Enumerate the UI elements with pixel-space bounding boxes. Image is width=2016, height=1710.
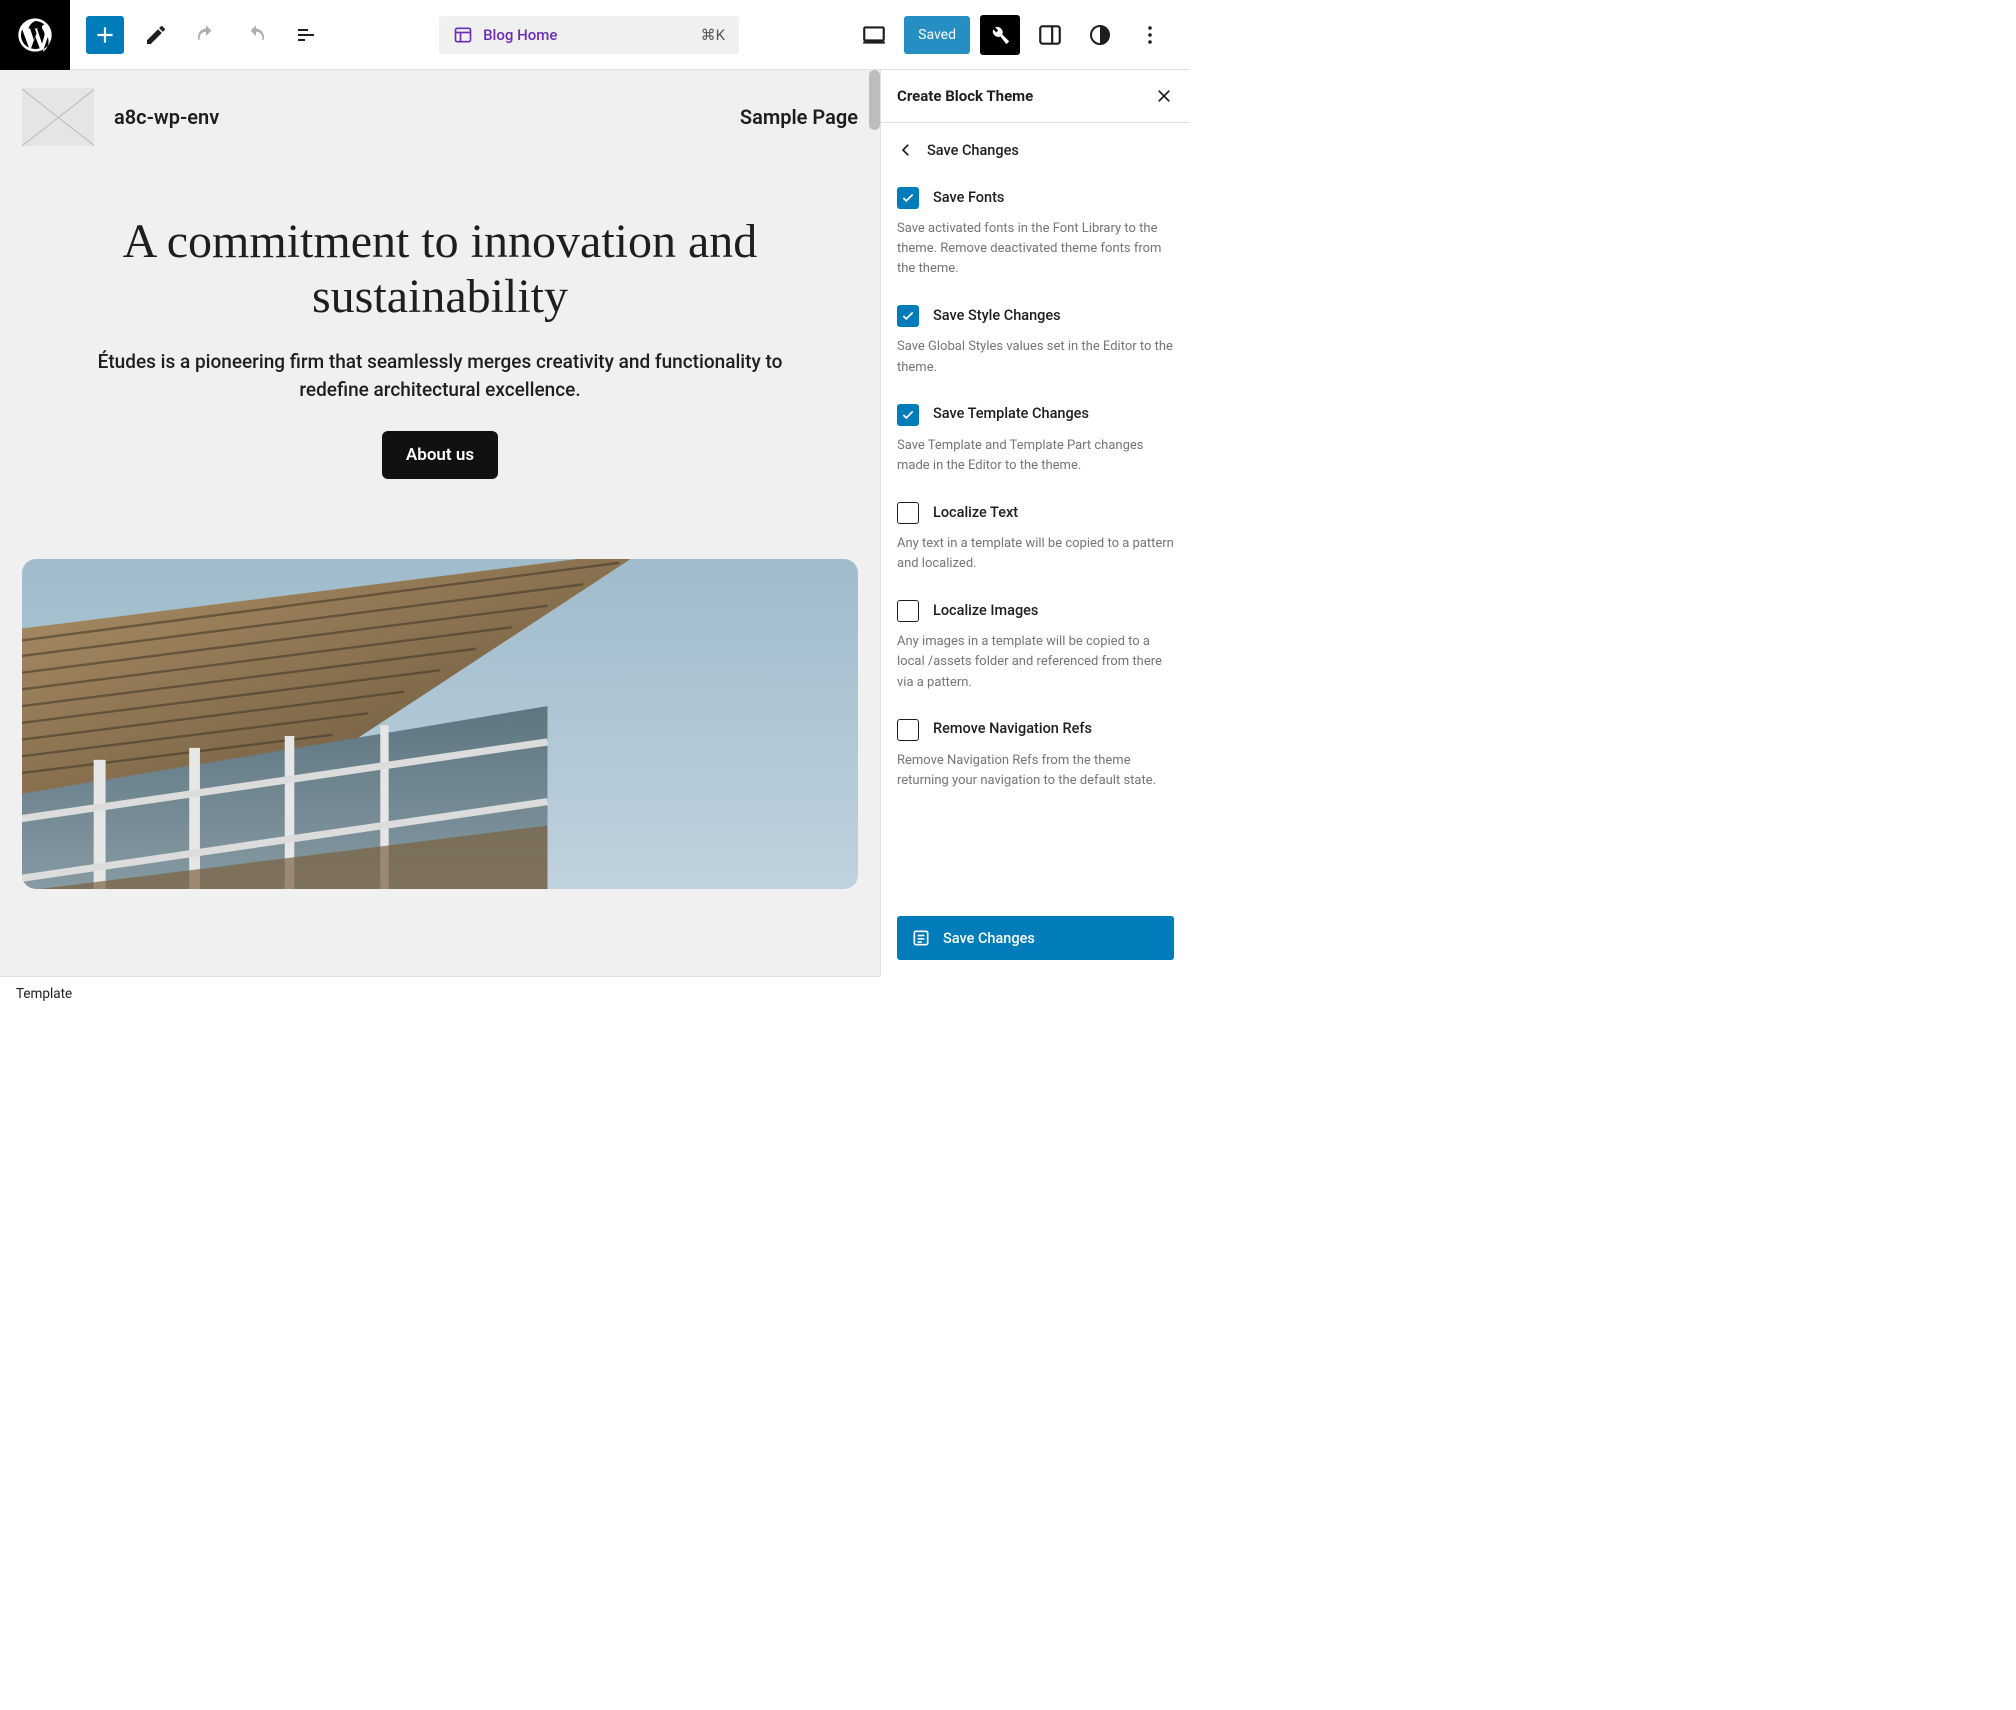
panel-option: Remove Navigation Refs Remove Navigation … bbox=[897, 709, 1174, 807]
wrench-icon bbox=[989, 24, 1011, 46]
redo-button[interactable] bbox=[238, 17, 274, 53]
panel-back-label: Save Changes bbox=[927, 142, 1019, 159]
editor-canvas[interactable]: a8c-wp-env Sample Page A commitment to i… bbox=[0, 70, 880, 976]
option-checkbox[interactable] bbox=[897, 404, 919, 426]
check-icon bbox=[901, 191, 915, 205]
option-description: Save Global Styles values set in the Edi… bbox=[897, 337, 1174, 377]
half-circle-icon bbox=[1088, 23, 1112, 47]
command-shortcut-label: ⌘K bbox=[701, 26, 725, 44]
view-button[interactable] bbox=[854, 15, 894, 55]
hero-group-block[interactable]: A commitment to innovation and sustainab… bbox=[0, 164, 880, 509]
panel-option: Save Fonts Save activated fonts in the Fo… bbox=[897, 177, 1174, 295]
document-title-label: Blog Home bbox=[483, 26, 557, 44]
option-checkbox[interactable] bbox=[897, 719, 919, 741]
hero-subheading[interactable]: Études is a pioneering firm that seamles… bbox=[75, 348, 805, 403]
panel-option: Save Template Changes Save Template and T… bbox=[897, 394, 1174, 492]
plus-icon bbox=[92, 22, 118, 48]
kebab-icon bbox=[1138, 23, 1162, 47]
save-draft-button[interactable]: Saved bbox=[904, 16, 970, 54]
document-overview-button[interactable] bbox=[288, 17, 324, 53]
panel-back-nav[interactable]: Save Changes bbox=[881, 123, 1190, 177]
panel-option: Save Style Changes Save Global Styles val… bbox=[897, 295, 1174, 393]
save-changes-button[interactable]: Save Changes bbox=[897, 916, 1174, 960]
breadcrumb-item[interactable]: Template bbox=[16, 986, 72, 1002]
edit-tool-button[interactable] bbox=[138, 17, 174, 53]
site-header-block[interactable]: a8c-wp-env Sample Page bbox=[0, 70, 880, 164]
undo-button[interactable] bbox=[188, 17, 224, 53]
pencil-icon bbox=[144, 23, 168, 47]
site-logo-placeholder[interactable] bbox=[22, 88, 94, 146]
panel-title: Create Block Theme bbox=[897, 87, 1033, 105]
create-block-theme-panel: Create Block Theme Save Changes Save Fon… bbox=[880, 70, 1190, 976]
option-description: Remove Navigation Refs from the theme re… bbox=[897, 751, 1174, 791]
redo-icon bbox=[243, 22, 269, 48]
option-label: Save Fonts bbox=[933, 191, 1004, 206]
document-title-bar[interactable]: Blog Home ⌘K bbox=[439, 16, 739, 54]
styles-button[interactable] bbox=[1080, 15, 1120, 55]
layout-icon bbox=[453, 25, 473, 45]
option-checkbox[interactable] bbox=[897, 502, 919, 524]
hero-cta-button[interactable]: About us bbox=[382, 431, 498, 479]
settings-sidebar-toggle[interactable] bbox=[1030, 15, 1070, 55]
option-description: Save Template and Template Part changes … bbox=[897, 436, 1174, 476]
option-checkbox[interactable] bbox=[897, 187, 919, 209]
panel-option: Localize Text Any text in a template will… bbox=[897, 492, 1174, 590]
saved-label: Saved bbox=[918, 27, 956, 43]
site-title-block[interactable]: a8c-wp-env bbox=[114, 105, 219, 129]
sidebar-icon bbox=[1037, 22, 1063, 48]
panel-close-button[interactable] bbox=[1154, 86, 1174, 106]
hero-image-block[interactable] bbox=[22, 559, 858, 889]
option-label: Localize Text bbox=[933, 506, 1018, 521]
option-description: Any images in a template will be copied … bbox=[897, 632, 1174, 692]
architecture-image-icon bbox=[22, 559, 858, 889]
navigation-link[interactable]: Sample Page bbox=[740, 105, 858, 129]
option-label: Remove Navigation Refs bbox=[933, 722, 1092, 737]
desktop-icon bbox=[861, 22, 887, 48]
panel-option: Localize Images Any images in a template … bbox=[897, 590, 1174, 708]
options-menu-button[interactable] bbox=[1130, 15, 1170, 55]
option-checkbox[interactable] bbox=[897, 305, 919, 327]
chevron-left-icon bbox=[897, 141, 915, 159]
list-view-icon bbox=[294, 23, 318, 47]
option-checkbox[interactable] bbox=[897, 600, 919, 622]
editor-toolbar: Blog Home ⌘K Saved bbox=[0, 0, 1190, 70]
check-icon bbox=[901, 309, 915, 323]
editor-breadcrumb-bar: Template bbox=[0, 976, 880, 1010]
check-icon bbox=[901, 408, 915, 422]
wp-home-button[interactable] bbox=[0, 0, 70, 70]
hero-heading[interactable]: A commitment to innovation and sustainab… bbox=[60, 214, 820, 324]
tools-button[interactable] bbox=[980, 15, 1020, 55]
save-changes-button-label: Save Changes bbox=[943, 930, 1035, 947]
option-description: Any text in a template will be copied to… bbox=[897, 534, 1174, 574]
save-icon bbox=[911, 928, 931, 948]
option-label: Localize Images bbox=[933, 604, 1038, 619]
option-label: Save Style Changes bbox=[933, 309, 1061, 324]
wordpress-logo-icon bbox=[15, 15, 55, 55]
close-icon bbox=[1155, 87, 1173, 105]
add-block-button[interactable] bbox=[86, 16, 124, 54]
undo-icon bbox=[193, 22, 219, 48]
option-label: Save Template Changes bbox=[933, 407, 1089, 422]
option-description: Save activated fonts in the Font Library… bbox=[897, 219, 1174, 279]
